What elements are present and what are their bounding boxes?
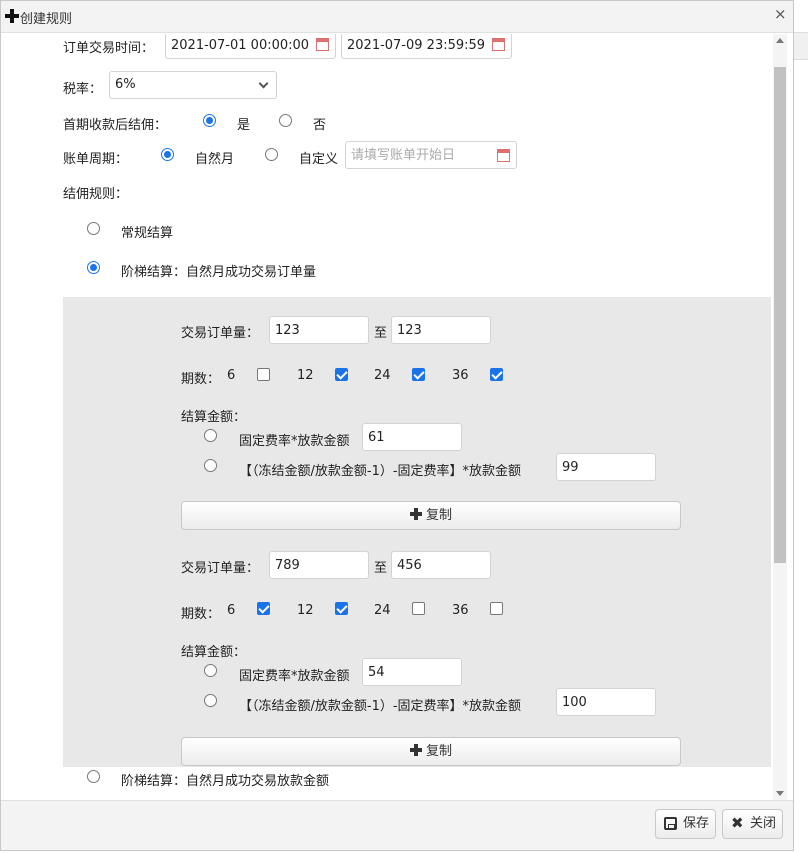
bill-cycle-custom-label: 自定义 [299,152,339,167]
tier-order-qty-label: 交易订单量： [181,326,260,341]
tier-order-qty-to-input[interactable] [391,551,491,579]
order-time-end-input[interactable] [341,34,512,59]
rule-tier-amount-label: 阶梯结算：自然月成功交易放款金额 [121,774,330,789]
copy-button[interactable]: 复制 [181,501,681,530]
dialog-title: 创建规则 [20,12,73,27]
dialog-footer: 保存 ✖ 关闭 [1,800,793,850]
calendar-icon[interactable] [497,149,510,162]
save-button-label: 保存 [683,816,710,831]
chevron-down-icon [258,78,269,89]
scroll-up-icon[interactable] [776,38,784,43]
formula-input[interactable] [556,688,656,716]
formula-radio[interactable] [204,459,217,472]
first-payment-no-radio[interactable] [279,114,292,127]
close-icon: ✖ [731,814,744,832]
calendar-icon[interactable] [492,38,505,51]
period-label: 12 [297,603,314,618]
fixed-rate-input[interactable] [362,658,462,686]
period-label: 6 [227,368,236,383]
rule-tier-orders-label: 阶梯结算：自然月成功交易订单量 [121,265,317,280]
period-label: 36 [452,603,469,618]
fixed-rate-radio[interactable] [204,429,217,442]
tax-select[interactable]: 6% [109,71,277,99]
tax-label: 税率： [63,82,103,97]
formula-input[interactable] [556,453,656,481]
commission-rule-label: 结佣规则： [63,187,129,202]
fixed-rate-radio[interactable] [204,664,217,677]
rule-regular-radio[interactable] [87,222,100,235]
first-payment-no-label: 否 [313,118,327,133]
vertical-scrollbar[interactable] [773,34,787,800]
bill-cycle-natural-radio[interactable] [161,148,174,161]
period-checkbox[interactable] [490,368,503,381]
scroll-down-icon[interactable] [776,791,784,796]
save-icon [664,817,677,830]
period-checkbox[interactable] [257,602,270,615]
close-button[interactable]: ✖ 关闭 [722,809,783,839]
fixed-rate-input[interactable] [362,423,462,451]
background-page-edge [794,0,808,853]
tier-order-qty-label: 交易订单量： [181,561,260,576]
rule-regular-label: 常规结算 [121,226,174,241]
formula-label: 【（冻结金额/放款金额-1）-固定费率】*放款金额 [239,464,522,479]
dialog-titlebar: 创建规则 × [1,1,793,33]
formula-radio[interactable] [204,694,217,707]
create-rule-dialog: 创建规则 × 订单交易时间： 税率： 6% 首期收款后结佣： 是 否 账单周期：… [0,0,794,851]
period-label: 6 [227,603,236,618]
tier-periods-label: 期数： [181,372,221,387]
close-icon[interactable]: × [774,5,787,23]
period-checkbox[interactable] [412,368,425,381]
first-payment-yes-label: 是 [237,118,251,133]
tier-to-label: 至 [374,561,388,576]
plus-icon [409,744,422,756]
bill-cycle-natural-label: 自然月 [195,152,235,167]
scrollbar-thumb[interactable] [774,67,786,563]
tier-order-qty-to-input[interactable] [391,316,491,344]
bill-cycle-label: 账单周期： [63,152,129,167]
formula-label: 【（冻结金额/放款金额-1）-固定费率】*放款金额 [239,699,522,714]
period-checkbox[interactable] [257,368,270,381]
order-time-label: 订单交易时间： [63,41,155,56]
tier-to-label: 至 [374,326,388,341]
first-payment-yes-radio[interactable] [203,114,216,127]
fixed-rate-label: 固定费率*放款金额 [239,669,350,684]
close-button-label: 关闭 [750,816,777,831]
plus-icon [409,508,422,520]
tier-order-qty-from-input[interactable] [269,551,369,579]
tier-order-qty-from-input[interactable] [269,316,369,344]
rule-tier-orders-radio[interactable] [87,261,100,274]
copy-button-label: 复制 [425,744,452,759]
bill-cycle-custom-radio[interactable] [265,148,278,161]
period-checkbox[interactable] [412,602,425,615]
tier-settle-label: 结算金额： [181,645,247,660]
fixed-rate-label: 固定费率*放款金额 [239,434,350,449]
calendar-icon[interactable] [316,38,329,51]
save-button[interactable]: 保存 [655,809,716,839]
tier-settle-label: 结算金额： [181,410,247,425]
plus-icon [5,9,19,23]
first-payment-label: 首期收款后结佣： [63,118,168,133]
period-checkbox[interactable] [490,602,503,615]
period-label: 12 [297,368,314,383]
tier-periods-label: 期数： [181,607,221,622]
copy-button[interactable]: 复制 [181,737,681,766]
background-page-band [794,32,808,60]
period-label: 24 [374,603,391,618]
period-checkbox[interactable] [335,602,348,615]
tax-selected-value: 6% [115,77,136,92]
period-label: 36 [452,368,469,383]
copy-button-label: 复制 [425,508,452,523]
bill-start-input[interactable] [345,141,517,169]
period-checkbox[interactable] [335,368,348,381]
dialog-content: 订单交易时间： 税率： 6% 首期收款后结佣： 是 否 账单周期： 自然月 自定… [1,34,771,800]
period-label: 24 [374,368,391,383]
rule-tier-amount-radio[interactable] [87,770,100,783]
order-time-start-input[interactable] [165,34,336,59]
